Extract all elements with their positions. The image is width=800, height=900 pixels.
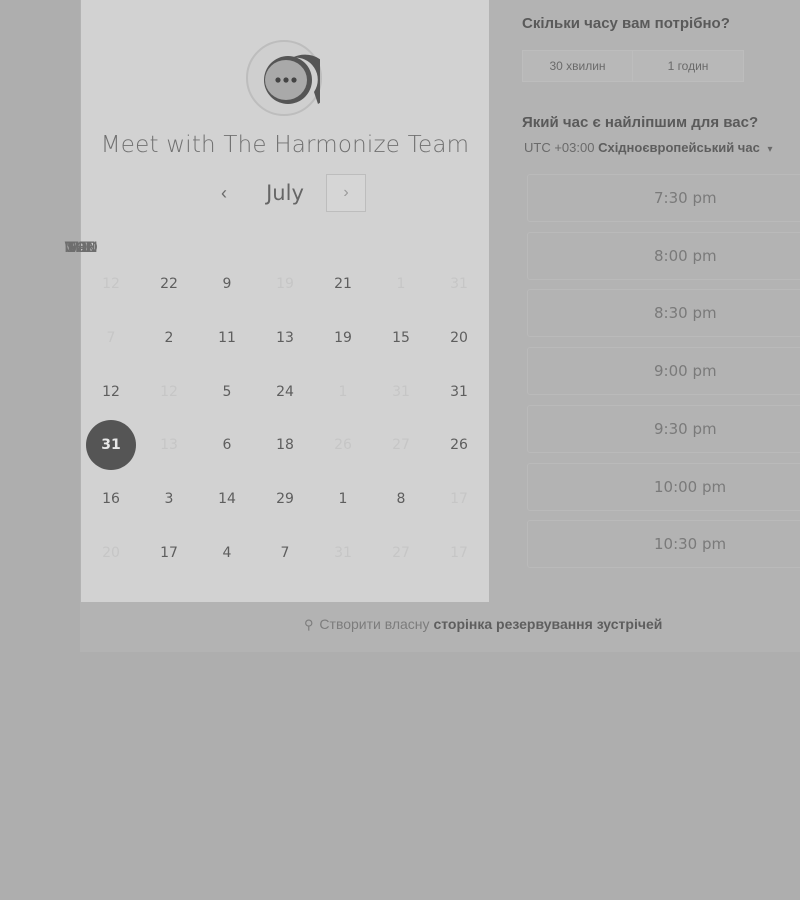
weekday-label: SAT [67,240,95,256]
calendar-day[interactable]: 18 [260,420,310,470]
calendar-week-row: 12 22 9 19 21 1 31 [81,259,489,299]
time-slot-button[interactable]: 8:30 pm [527,289,800,338]
time-slot-button[interactable]: 7:30 pm [527,174,800,222]
calendar-day[interactable]: 7 [260,528,310,578]
calendar-day: 7 [106,330,116,346]
calendar-day[interactable]: 5 [202,367,252,417]
calendar-day: 19 [276,276,294,292]
meeting-title: Meet with The Harmonize Team [100,132,470,158]
calendar-day[interactable]: 8 [376,474,426,524]
calendar-week-row: 20 17 4 7 31 27 17 [81,528,489,568]
calendar-day[interactable]: 26 [434,420,484,470]
calendar-day: 12 [102,276,120,292]
calendar-day[interactable]: 1 [318,474,368,524]
create-booking-page-promo: ⚲ Створити власну сторінка резервування … [304,616,662,633]
calendar-week-row: 7 2 11 13 19 15 20 [81,313,489,353]
month-label: July [266,181,304,205]
calendar-day[interactable]: 19 [318,313,368,363]
calendar-day: 27 [392,437,410,453]
footer-prefix: Створити власну [319,616,430,632]
calendar-week-row: 31 13 6 18 26 27 26 [81,420,489,470]
time-slot-button[interactable]: 9:00 pm [527,347,800,396]
time-slot-button[interactable]: 9:30 pm [527,404,800,453]
calendar-day[interactable]: 15 [376,313,426,363]
calendar-day: 12 [160,384,178,400]
calendar-day[interactable]: 11 [202,313,252,363]
duration-selector: 30 хвилин 1 годин [522,50,744,82]
calendar-day[interactable]: 29 [260,474,310,524]
calendar-day: 31 [392,384,410,400]
calendar-day: 26 [334,437,352,453]
calendar-day[interactable]: 22 [144,259,194,309]
calendar-day: 17 [450,491,468,507]
chat-bubble-logo-icon [246,40,322,116]
prev-month-button[interactable]: ‹ [209,174,239,212]
calendar-day[interactable]: 12 [86,367,136,417]
next-month-button[interactable]: › [326,174,366,212]
calendar-day[interactable]: 21 [318,259,368,309]
calendar-day: 20 [102,545,120,561]
calendar-day[interactable]: 4 [202,528,252,578]
calendar-day: 17 [450,545,468,561]
time-slot-button[interactable]: 8:00 pm [527,231,800,280]
calendar-week-row: 12 12 5 24 1 31 31 [81,367,489,407]
calendar-day[interactable]: 9 [202,259,252,309]
time-slot-button[interactable]: 10:00 pm [527,462,800,511]
duration-30-min-button[interactable]: 30 хвилин [522,50,633,82]
time-slot-button[interactable]: 10:30 pm [527,520,800,569]
calendar-day[interactable]: 17 [144,528,194,578]
timezone-offset: UTC +03:00 [524,140,595,155]
calendar-day[interactable]: 31 [434,367,484,417]
calendar-day[interactable]: 6 [202,420,252,470]
duration-1-hour-button[interactable]: 1 годин [632,50,744,82]
sprocket-icon: ⚲ [304,617,314,632]
calendar-day: 1 [338,384,348,400]
duration-question: Скільки часу вам потрібно? [522,15,730,32]
calendar-day[interactable]: 14 [202,474,252,524]
timezone-name: Східноєвропейський час [598,140,760,155]
month-navigation: ‹ July › [81,174,489,214]
time-question: Який час є найліпшим для вас? [522,114,759,131]
calendar-day[interactable]: 16 [86,474,136,524]
booking-page-link[interactable]: сторінка резервування зустрічей [433,616,662,632]
calendar-day: 1 [396,276,406,292]
calendar-day[interactable]: 20 [434,313,484,363]
calendar-day-selected[interactable]: 31 [86,420,136,470]
calendar-day[interactable]: 3 [144,474,194,524]
calendar-day: 13 [160,437,178,453]
calendar-day: 31 [334,545,352,561]
caret-down-icon: ▾ [767,144,773,155]
calendar-day[interactable]: 24 [260,367,310,417]
timezone-select[interactable]: UTC +03:00 Східноєвропейський час ▾ [524,140,772,155]
calendar-day[interactable]: 2 [144,313,194,363]
calendar-day[interactable]: 13 [260,313,310,363]
calendar-week-row: 16 3 14 29 1 8 17 [81,474,489,514]
calendar-day: 31 [450,276,468,292]
calendar-day: 27 [392,545,410,561]
